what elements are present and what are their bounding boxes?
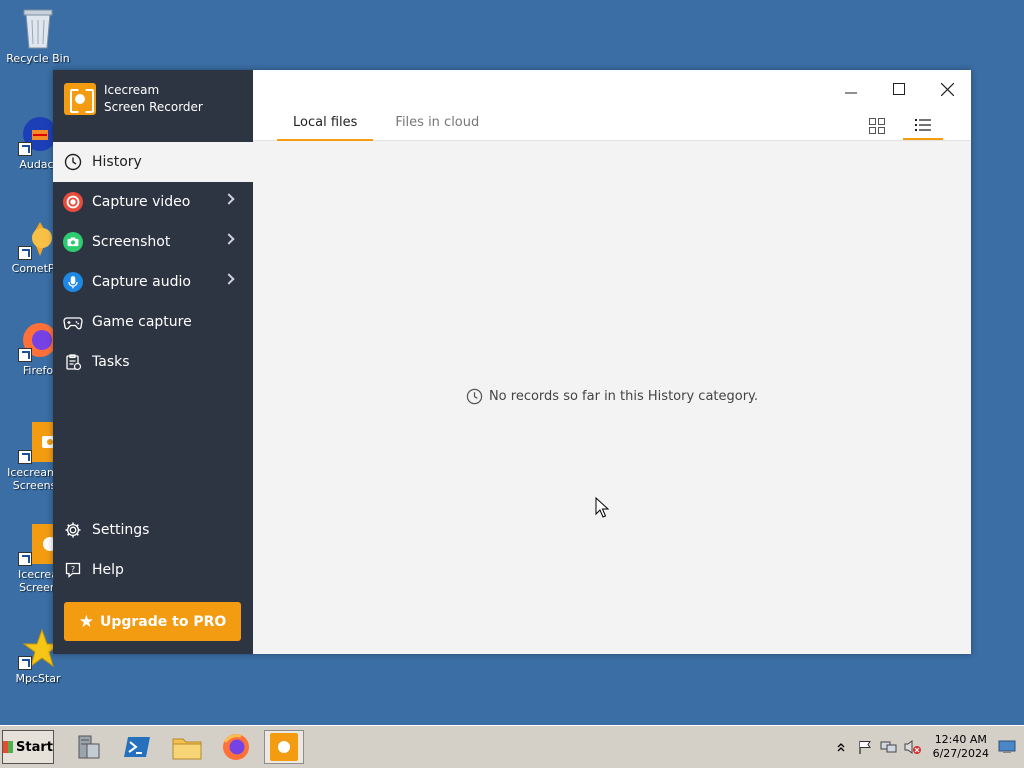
taskbar-icecream-screen-recorder[interactable] [264,730,304,764]
cometplayer-icon [18,216,58,260]
sidebar-item-label: Game capture [92,314,192,330]
mpcstar-icon [18,626,62,670]
upgrade-label: Upgrade to PRO [99,613,227,630]
sidebar-item-settings[interactable]: Settings [53,510,253,550]
minimize-button[interactable] [831,74,871,104]
help-icon: ? [63,560,83,580]
microphone-icon [63,272,83,292]
brand-line2: Screen Recorder [104,100,203,114]
taskbar-powershell[interactable] [117,730,157,764]
sidebar-item-label: Settings [92,522,150,538]
tab-bar: Local files Files in cloud [277,114,501,141]
svg-text:?: ? [71,565,75,574]
sidebar-nav: History Capture video Screenshot Capture… [53,142,253,382]
shortcut-arrow-icon [18,246,32,260]
brand: Icecream Screen Recorder [64,82,203,116]
clock-icon [63,152,83,172]
sidebar-item-label: Capture audio [92,274,191,290]
sidebar-item-help[interactable]: ? Help [53,550,253,590]
titlebar: Local files Files in cloud [253,70,971,141]
brand-line1: Icecream [104,83,160,97]
desktop-icon-recycle-bin[interactable]: Recycle Bin [0,6,76,65]
upgrade-to-pro-button[interactable]: ★ Upgrade to PRO [64,602,241,641]
firefox-icon [18,318,58,362]
explorer-icon [172,738,202,760]
camera-icon [63,232,83,252]
taskbar-clock[interactable]: 12:40 AM 6/27/2024 [933,733,989,761]
record-icon [63,192,83,212]
tasks-icon [63,352,83,372]
start-label: Start [16,739,53,755]
tab-files-in-cloud[interactable]: Files in cloud [379,114,495,141]
action-center-flag-icon[interactable] [855,737,875,757]
sidebar-item-game-capture[interactable]: Game capture [53,302,253,342]
main-panel: Local files Files in cloud No records so… [253,70,971,654]
windows-flag-icon [3,741,14,753]
firefox-icon [223,734,249,760]
icecream-screen-recorder-icon [270,733,298,761]
empty-state-text: No records so far in this History catego… [488,389,759,404]
server-manager-icon [78,735,100,759]
shortcut-arrow-icon [18,552,32,566]
taskbar-server-manager[interactable] [68,730,108,764]
sidebar-item-tasks[interactable]: Tasks [53,342,253,382]
grid-view-button[interactable] [857,112,897,140]
clock-date: 6/27/2024 [932,747,989,760]
taskbar-firefox[interactable] [216,730,256,764]
sidebar-item-label: Help [92,562,124,578]
system-tray: 12:40 AM 6/27/2024 [829,729,1019,765]
sidebar-item-label: Screenshot [92,234,171,250]
maximize-button[interactable] [879,74,919,104]
clock-time: 12:40 AM [934,733,987,746]
icecream-screen-recorder-icon [18,522,68,566]
sidebar: Icecream Screen Recorder History Capture… [53,70,253,654]
audacity-icon [18,112,58,156]
volume-muted-icon[interactable] [903,737,923,757]
icecream-logo-icon [64,83,96,115]
chevron-right-icon [223,233,235,245]
grid-view-icon [869,118,885,134]
shortcut-arrow-icon [18,450,32,464]
taskbar: Start 12:40 AM 6/27/2024 [0,725,1024,768]
network-icon[interactable] [879,737,899,757]
recycle-bin-icon [18,6,58,50]
sidebar-bottom-nav: Settings ? Help [53,510,253,590]
chevron-right-icon [223,273,235,285]
show-desktop-icon[interactable] [997,737,1017,757]
sidebar-item-label: Tasks [92,354,130,370]
shortcut-arrow-icon [18,656,32,670]
mouse-cursor-icon [595,497,609,518]
close-button[interactable] [927,74,967,104]
gamepad-icon [63,312,83,332]
sidebar-item-screenshot[interactable]: Screenshot [53,222,253,262]
tab-local-files[interactable]: Local files [277,114,374,141]
sidebar-item-label: History [92,154,142,170]
star-icon: ★ [78,611,94,632]
shortcut-arrow-icon [18,348,32,362]
powershell-icon [124,737,150,757]
icecream-screenshot-icon [18,420,68,464]
icecream-screen-recorder-window: Icecream Screen Recorder History Capture… [53,70,971,654]
start-button[interactable]: Start [2,730,54,764]
desktop-icon-label: Recycle Bin [6,52,70,65]
sidebar-item-capture-video[interactable]: Capture video [53,182,253,222]
gear-icon [63,520,83,540]
sidebar-item-history[interactable]: History [53,142,253,182]
shortcut-arrow-icon [18,142,32,156]
list-view-button[interactable] [903,112,943,140]
brand-name: Icecream Screen Recorder [104,82,203,116]
show-hidden-icons-button[interactable] [831,737,851,757]
list-view-icon [915,119,931,131]
empty-state-message: No records so far in this History catego… [253,388,971,405]
sidebar-item-label: Capture video [92,194,191,210]
sidebar-item-capture-audio[interactable]: Capture audio [53,262,253,302]
taskbar-explorer[interactable] [167,730,207,764]
clock-icon [466,388,483,405]
chevron-right-icon [223,193,235,205]
desktop-icon-label: MpcStar [15,672,61,685]
